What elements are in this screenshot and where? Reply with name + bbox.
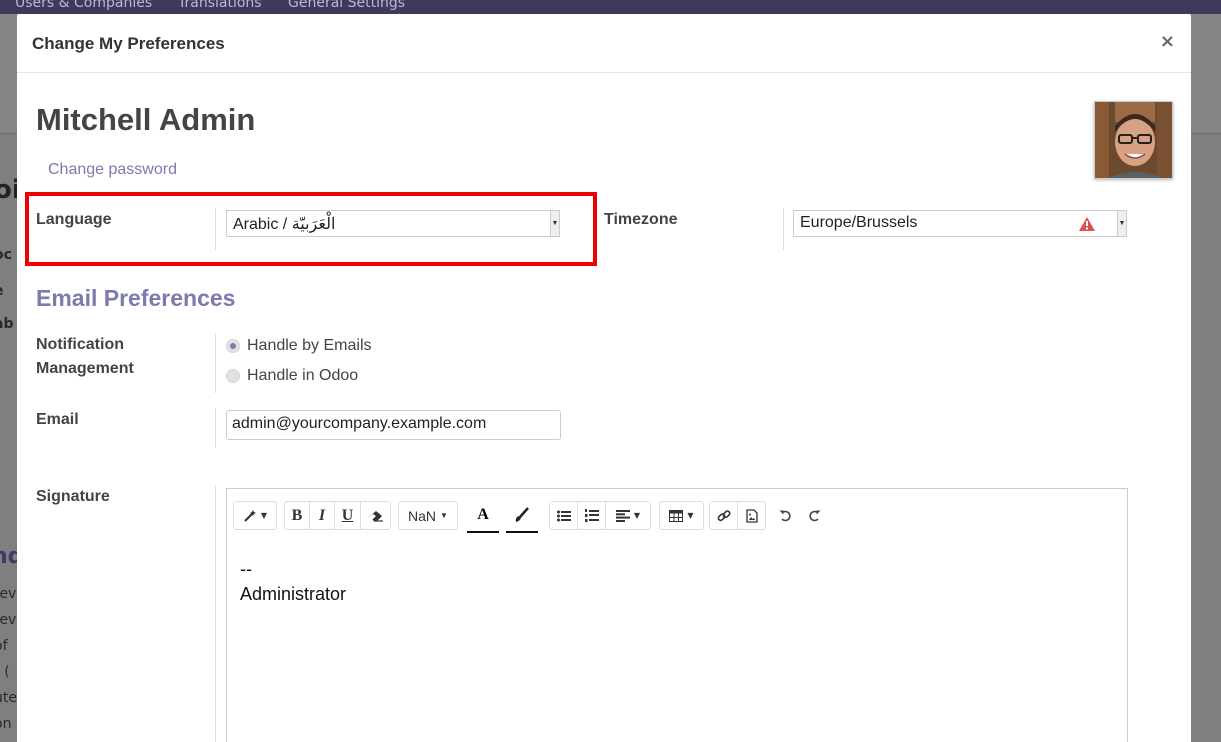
divider	[215, 333, 216, 393]
editor-toolbar: ▼ B I U NaN ▼ A ▼ ▼	[227, 489, 1127, 537]
divider	[783, 208, 784, 250]
background-top-menu: Users & Companies Translations General S…	[0, 0, 1221, 14]
language-value: Arabic / الْعَرَبيّة	[233, 216, 336, 233]
language-select[interactable]: Arabic / الْعَرَبيّة ▼	[226, 210, 560, 237]
divider	[215, 485, 216, 742]
background-color-button[interactable]	[506, 499, 538, 533]
radio-handle-in-odoo[interactable]: Handle in Odoo	[226, 367, 358, 385]
divider	[215, 408, 216, 448]
radio-button[interactable]	[226, 339, 240, 353]
language-label: Language	[36, 211, 112, 228]
align-dropdown[interactable]: ▼	[606, 502, 650, 529]
background-text: rev	[0, 612, 17, 628]
list-ul-icon	[556, 510, 571, 521]
clear-format-button[interactable]	[361, 502, 390, 529]
background-text: on	[0, 716, 12, 732]
radio-label: Handle by Emails	[247, 337, 372, 354]
label-line: Notification	[36, 336, 124, 353]
menu-general-settings[interactable]: General Settings	[288, 0, 405, 11]
notification-management-label: Notification Management	[36, 333, 134, 381]
eraser-icon	[368, 510, 383, 522]
paragraph-group: ▼	[549, 501, 651, 530]
dialog-header: Change My Preferences ×	[17, 14, 1191, 73]
background-text: of	[0, 638, 8, 654]
signature-content[interactable]: -- Administrator	[240, 557, 346, 607]
dialog-title: Change My Preferences	[32, 34, 225, 53]
radio-handle-by-emails[interactable]: Handle by Emails	[226, 337, 372, 355]
background-text: e	[0, 283, 4, 299]
link-icon	[717, 509, 730, 521]
underline-button[interactable]: U	[335, 502, 361, 529]
font-size-value: NaN	[408, 507, 437, 524]
undo-icon	[779, 510, 791, 522]
background-text: oc	[0, 247, 12, 263]
signature-line: Administrator	[240, 584, 347, 604]
chevron-down-icon: ▼	[550, 211, 559, 236]
signature-line: --	[240, 559, 252, 579]
italic-button[interactable]: I	[310, 502, 335, 529]
bold-button[interactable]: B	[285, 502, 310, 529]
numbered-list-button[interactable]	[578, 502, 606, 529]
redo-icon	[808, 510, 820, 522]
font-size-group: NaN ▼	[398, 501, 458, 530]
label-line: Management	[36, 360, 134, 377]
undo-button[interactable]	[772, 501, 798, 530]
background-text: ab	[0, 316, 14, 332]
insert-image-button[interactable]	[738, 502, 765, 529]
paint-brush-icon	[515, 507, 529, 522]
table-dropdown[interactable]: ▼	[660, 502, 703, 529]
list-ol-icon	[584, 509, 599, 522]
align-left-icon	[615, 509, 630, 522]
email-preferences-title: Email Preferences	[36, 285, 236, 311]
text-color-button[interactable]: A	[467, 499, 499, 533]
style-dropdown[interactable]: ▼	[234, 502, 276, 529]
email-field[interactable]: admin@yourcompany.example.com	[226, 410, 561, 440]
menu-users-companies[interactable]: Users & Companies	[15, 0, 152, 11]
magic-wand-icon	[244, 509, 256, 522]
caret-down-icon: ▼	[687, 511, 694, 520]
insert-link-button[interactable]	[710, 502, 738, 529]
format-group: B I U	[284, 501, 391, 530]
preferences-dialog: Change My Preferences × Mitchell Admin C…	[17, 14, 1191, 742]
insert-group	[709, 501, 766, 530]
background-text: ute	[0, 690, 17, 706]
change-password-link[interactable]: Change password	[48, 161, 177, 179]
signature-label: Signature	[36, 488, 110, 505]
font-size-dropdown[interactable]: NaN ▼	[399, 502, 457, 529]
caret-down-icon: ▼	[260, 511, 268, 520]
caret-down-icon: ▼	[440, 511, 448, 520]
signature-editor[interactable]: ▼ B I U NaN ▼ A ▼ ▼ -- Administrator	[226, 488, 1128, 742]
redo-button[interactable]	[801, 501, 827, 530]
email-label: Email	[36, 411, 79, 428]
user-name: Mitchell Admin	[36, 102, 256, 137]
timezone-label: Timezone	[604, 211, 678, 228]
table-group: ▼	[659, 501, 704, 530]
image-file-icon	[745, 508, 758, 523]
menu-translations[interactable]: Translations	[178, 0, 262, 11]
warning-icon[interactable]	[1078, 216, 1096, 232]
table-icon	[669, 509, 684, 522]
avatar[interactable]	[1094, 101, 1173, 179]
background-text: rev	[0, 586, 17, 602]
radio-label: Handle in Odoo	[247, 367, 359, 384]
divider	[215, 208, 216, 250]
background-text: r (	[0, 664, 10, 680]
radio-button[interactable]	[226, 369, 240, 383]
timezone-select[interactable]: Europe/Brussels ▼	[793, 210, 1127, 237]
bullet-list-button[interactable]	[550, 502, 578, 529]
caret-down-icon: ▼	[633, 511, 641, 520]
style-group: ▼	[233, 501, 277, 530]
close-icon[interactable]: ×	[1160, 32, 1175, 52]
chevron-down-icon: ▼	[1117, 211, 1126, 236]
timezone-value: Europe/Brussels	[800, 214, 918, 231]
